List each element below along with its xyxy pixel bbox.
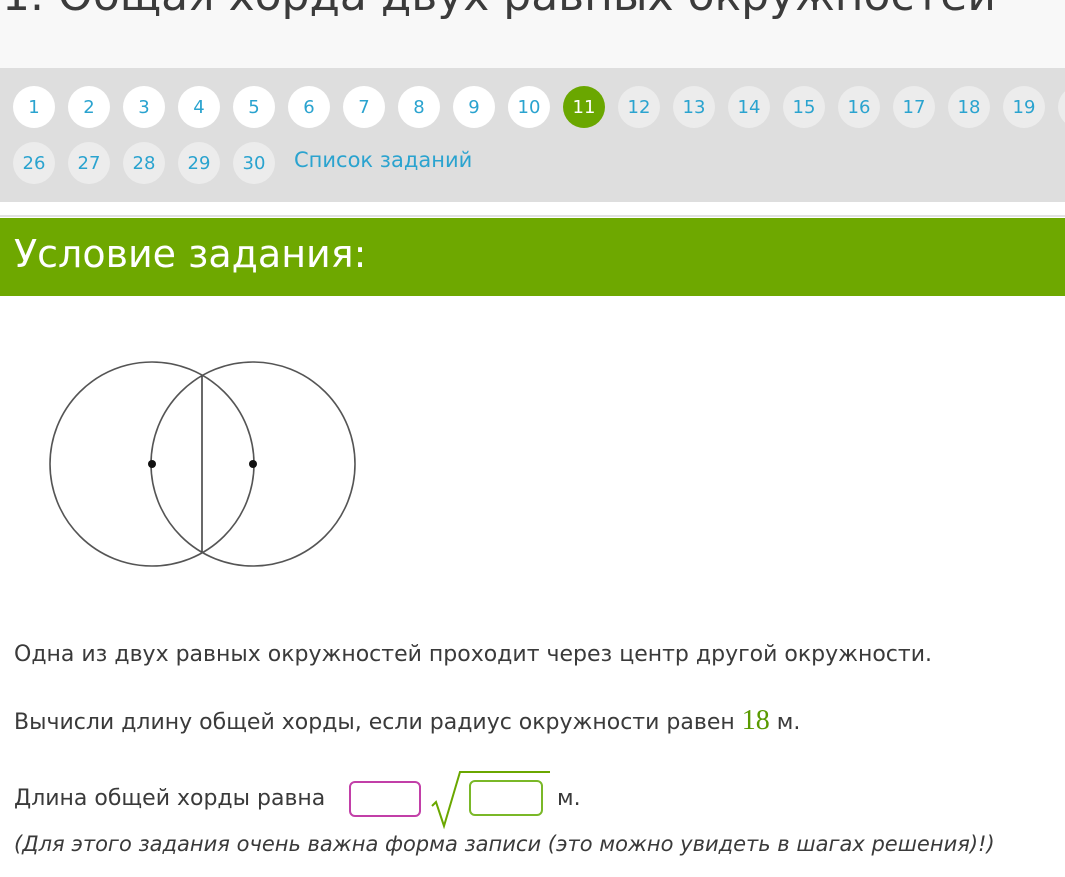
coefficient-input[interactable] — [349, 781, 421, 817]
task-button-29[interactable]: 29 — [178, 142, 220, 184]
task-button-11-active[interactable]: 11 — [563, 86, 605, 128]
section-header: Условие задания: — [0, 218, 1065, 296]
task-button-5[interactable]: 5 — [233, 86, 275, 128]
task-button-6[interactable]: 6 — [288, 86, 330, 128]
task-button-18[interactable]: 18 — [948, 86, 990, 128]
page-title-strip: 1. Общая хорда двух равных окружностей — [0, 0, 1065, 68]
task-button-3[interactable]: 3 — [123, 86, 165, 128]
left-center-point — [148, 460, 156, 468]
task-button-8[interactable]: 8 — [398, 86, 440, 128]
task-button-partial[interactable] — [1058, 86, 1065, 128]
task-button-26[interactable]: 26 — [13, 142, 55, 184]
task-list-link[interactable]: Список заданий — [294, 148, 472, 172]
task-button-14[interactable]: 14 — [728, 86, 770, 128]
problem-question: Вычисли длину общей хорды, если радиус о… — [14, 705, 800, 737]
task-button-15[interactable]: 15 — [783, 86, 825, 128]
page-title: 1. Общая хорда двух равных окружностей — [2, 0, 996, 21]
radius-value: 18 — [741, 705, 770, 736]
answer-label: Длина общей хорды равна — [14, 786, 326, 811]
task-button-7[interactable]: 7 — [343, 86, 385, 128]
task-button-16[interactable]: 16 — [838, 86, 880, 128]
task-navigation: 1 2 3 4 5 6 7 8 9 10 11 12 13 14 15 16 1… — [0, 68, 1065, 202]
divider-line — [0, 215, 1065, 217]
task-button-19[interactable]: 19 — [1003, 86, 1045, 128]
answer-unit: м. — [557, 786, 581, 811]
question-text: Вычисли длину общей хорды, если радиус о… — [14, 710, 735, 735]
format-note: (Для этого задания очень важна форма зап… — [14, 832, 995, 856]
task-button-17[interactable]: 17 — [893, 86, 935, 128]
task-button-1[interactable]: 1 — [13, 86, 55, 128]
task-button-28[interactable]: 28 — [123, 142, 165, 184]
task-button-4[interactable]: 4 — [178, 86, 220, 128]
right-center-point — [249, 460, 257, 468]
problem-statement: Одна из двух равных окружностей проходит… — [14, 642, 932, 667]
task-button-30[interactable]: 30 — [233, 142, 275, 184]
task-button-10[interactable]: 10 — [508, 86, 550, 128]
section-title: Условие задания: — [14, 232, 367, 276]
task-button-9[interactable]: 9 — [453, 86, 495, 128]
task-button-2[interactable]: 2 — [68, 86, 110, 128]
two-circles-figure — [49, 361, 356, 567]
task-button-27[interactable]: 27 — [68, 142, 110, 184]
task-button-13[interactable]: 13 — [673, 86, 715, 128]
task-button-12[interactable]: 12 — [618, 86, 660, 128]
divider — [0, 202, 1065, 217]
radicand-input[interactable] — [469, 780, 543, 816]
question-unit: м. — [776, 710, 801, 735]
